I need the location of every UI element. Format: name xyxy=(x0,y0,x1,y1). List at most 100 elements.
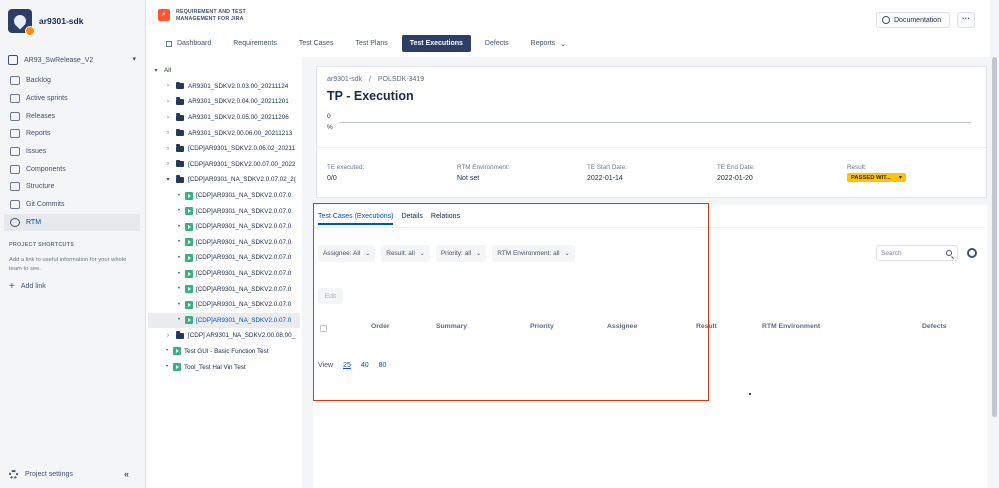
sidebar-item-issues[interactable]: Issues xyxy=(8,143,140,161)
tree-node-label: [CDP] AR9301_NA_SDKV2.00.08.00_ xyxy=(188,332,296,340)
git-icon xyxy=(10,200,20,210)
result-dropdown[interactable]: PASSED WIT... ▾ xyxy=(847,173,906,182)
test-execution-icon xyxy=(185,285,193,294)
tab-label: Defects xyxy=(484,40,509,47)
tree-node[interactable]: • [CDP]AR9301_NA_SDKV2.0.07.0 xyxy=(148,203,300,219)
sidebar-item-reports[interactable]: Reports xyxy=(8,125,140,143)
sidebar-item-label: Components xyxy=(26,165,66,173)
documentation-label: Documentation xyxy=(894,16,942,24)
column-header-defects[interactable]: Defects xyxy=(922,323,947,330)
tree-node[interactable]: › AR9301_SDKV2.0.04.00_20211201 xyxy=(148,94,300,110)
tree-node[interactable]: • [CDP]AR9301_NA_SDKV2.0.07.0 xyxy=(148,188,300,204)
tab-label: Test Plans xyxy=(355,40,388,47)
sidebar-item-backlog[interactable]: Backlog xyxy=(8,72,140,90)
tree-node[interactable]: • [CDP]AR9301_NA_SDKV2.0.07.0 xyxy=(148,312,300,329)
project-settings-link[interactable]: Project settings xyxy=(9,470,73,479)
folder-icon xyxy=(176,159,184,168)
chevron-down-icon: ⌄ xyxy=(560,40,567,48)
bullet-icon: • xyxy=(177,270,181,277)
collapse-sidebar-button[interactable]: « xyxy=(124,469,129,479)
tree-node[interactable]: • [CDP]AR9301_NA_SDKV2.0.07.0 xyxy=(148,235,300,251)
tree-node[interactable]: › [CDP]AR9301_SDKV2.0.06.02_20211 xyxy=(148,141,300,157)
te-start-date-label: TE Start Date: xyxy=(587,164,627,171)
tab-test-cases[interactable]: Test Cases xyxy=(291,35,342,52)
structure-icon xyxy=(10,182,20,192)
sidebar-item-active-sprints[interactable]: Active sprints xyxy=(8,90,140,108)
caret-down-icon[interactable]: ▾ xyxy=(164,176,172,183)
tab-test-executions[interactable]: Test Executions xyxy=(401,35,471,52)
tree-node-label: [CDP]AR9301_NA_SDKV2.0.07.0 xyxy=(196,207,292,215)
more-actions-button[interactable]: ··· xyxy=(957,12,975,28)
tab-label: Test Executions xyxy=(409,40,463,47)
tree-node[interactable]: • Tool_Test Hal Vin Test xyxy=(148,359,300,375)
tree-node[interactable]: › AR9301_SDKV2.0.05.00_20211206 xyxy=(148,110,300,126)
tab-reports[interactable]: Reports ⌄ xyxy=(523,35,574,52)
rtm-app-logo-icon: ⌕ xyxy=(158,9,170,21)
tree-node[interactable]: ▾ All xyxy=(148,63,300,79)
te-end-date-label: TE End Date: xyxy=(717,164,755,171)
tab-label: Reports xyxy=(530,40,556,47)
tree-node[interactable]: › AR9301_SDKV2.00.06.00_20211213 xyxy=(148,125,300,141)
dot-mark xyxy=(749,393,751,395)
tree-node[interactable]: › AR9301_SDKV2.0.03.00_20211124 xyxy=(148,79,300,95)
caret-right-icon[interactable]: › xyxy=(164,99,172,105)
result-label: Result: xyxy=(847,164,867,171)
tree-node[interactable]: • [CDP]AR9301_NA_SDKV2.0.07.0 xyxy=(148,250,300,266)
tab-label: Requirements xyxy=(233,40,277,47)
sidebar-item-structure[interactable]: Structure xyxy=(8,178,140,196)
rtm-environment: RTM Environment: Not set xyxy=(457,164,509,182)
caret-right-icon[interactable]: › xyxy=(164,130,172,136)
folder-icon xyxy=(176,331,184,339)
sidebar-item-git-commits[interactable]: Git Commits xyxy=(8,196,140,214)
shortcuts-description: Add a link to useful information for you… xyxy=(9,257,127,272)
board-name: AR93_SwRelease_V2 xyxy=(24,56,94,64)
main-tabs: Dashboard Requirements Test Cases Test Plan… xyxy=(158,35,580,52)
caret-right-icon[interactable]: › xyxy=(164,161,172,167)
tab-defects[interactable]: Defects xyxy=(477,35,517,52)
sidebar-item-label: Active sprints xyxy=(26,95,68,103)
caret-down-icon[interactable]: ▾ xyxy=(152,67,160,74)
bullet-icon: • xyxy=(177,239,181,246)
search-icon xyxy=(946,250,952,256)
tree-node[interactable]: • [CDP]AR9301_NA_SDKV2.0.07.0 xyxy=(148,219,300,235)
tree-node[interactable]: • [CDP]AR9301_NA_SDKV2.0.07.0 xyxy=(148,297,300,313)
caret-right-icon[interactable]: › xyxy=(164,83,172,89)
breadcrumb: ar9301-sdk / POLSDK-3419 xyxy=(327,76,424,83)
search-input[interactable]: Search xyxy=(876,245,958,261)
tab-test-plans[interactable]: Test Plans xyxy=(347,35,395,52)
folder-icon xyxy=(176,144,184,152)
tab-requirements[interactable]: Requirements xyxy=(225,35,285,52)
components-icon xyxy=(10,164,20,174)
column-header-rtm-environment[interactable]: RTM Environment xyxy=(762,323,820,330)
tree-node[interactable]: › [CDP] AR9301_NA_SDKV2.00.08.00_ xyxy=(148,328,300,344)
tree-node-label: [CDP]AR9301_SDKV2.00.07.00_2022 xyxy=(188,160,296,168)
app-title-line2: MANAGEMENT FOR JIRA xyxy=(176,16,244,22)
dashboard-icon xyxy=(166,40,172,47)
scrollbar-thumb[interactable] xyxy=(992,57,997,417)
breadcrumb-issue-key[interactable]: POLSDK-3419 xyxy=(378,76,424,83)
tree-node[interactable]: • Test GUI - Basic Function Test xyxy=(148,344,300,360)
tree-node-label: [CDP]AR9301_NA_SDKV2.0.07.0 xyxy=(196,301,292,309)
sidebar-item-releases[interactable]: Releases xyxy=(8,107,140,125)
caret-right-icon[interactable]: › xyxy=(164,146,172,152)
execution-tree: ▾ All › AR9301_SDKV2.0.03.00_20211124 › AR930… xyxy=(148,63,300,375)
board-selector[interactable]: AR93_SwRelease_V2 ▾ xyxy=(8,53,138,67)
test-execution-icon xyxy=(185,222,193,231)
tree-node-label: [CDP]AR9301_NA_SDKV2.0.07.0 xyxy=(196,223,292,231)
tree-node-label: All xyxy=(164,67,171,75)
table-settings-gear-icon[interactable] xyxy=(967,248,977,258)
sidebar-item-rtm[interactable]: RTM xyxy=(4,213,140,232)
project-header[interactable]: ar9301-sdk xyxy=(8,8,83,36)
tree-node[interactable]: ▾ [CDP]AR9301_NA_SDKV2.0.07.02_2( xyxy=(148,172,300,188)
caret-right-icon[interactable]: › xyxy=(164,115,172,121)
caret-right-icon[interactable]: › xyxy=(164,333,172,339)
tree-node[interactable]: • [CDP]AR9301_NA_SDKV2.0.07.0 xyxy=(148,266,300,282)
add-link-button[interactable]: + Add link xyxy=(9,281,46,292)
breadcrumb-project[interactable]: ar9301-sdk xyxy=(327,76,362,83)
tab-dashboard[interactable]: Dashboard xyxy=(158,35,219,52)
sidebar-item-components[interactable]: Components xyxy=(8,160,140,178)
tree-node[interactable]: • [CDP]AR9301_NA_SDKV2.0.07.0 xyxy=(148,281,300,297)
documentation-button[interactable]: Documentation xyxy=(876,12,950,28)
tree-node[interactable]: › [CDP]AR9301_SDKV2.00.07.00_2022 xyxy=(148,157,300,173)
chevron-down-icon: ▾ xyxy=(898,175,902,181)
